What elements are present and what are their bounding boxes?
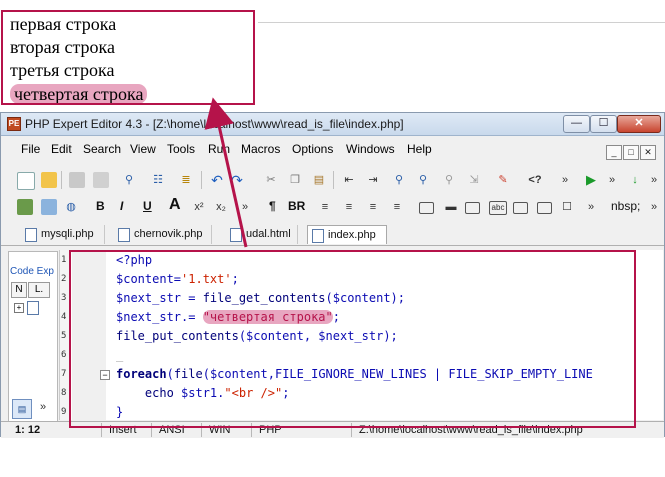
annotation-arrow — [204, 97, 248, 248]
